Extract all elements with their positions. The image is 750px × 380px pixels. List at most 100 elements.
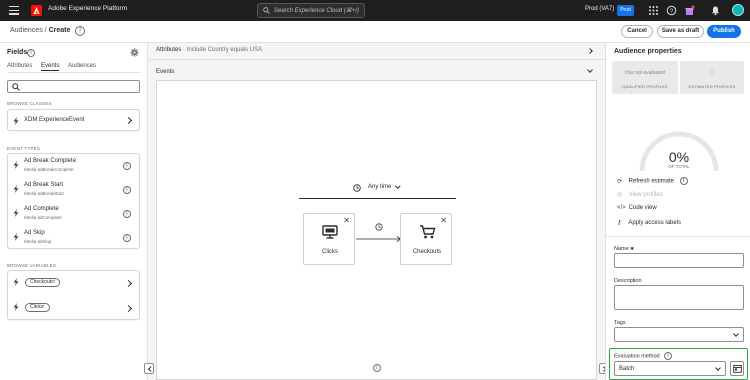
class-card-xdm-experienceevent[interactable]: XDM ExperienceEvent xyxy=(7,109,140,131)
chevron-down-icon xyxy=(395,183,401,189)
class-name: XDM ExperienceEvent xyxy=(24,117,85,123)
apply-access-labels-label: Apply access labels xyxy=(628,220,682,226)
event-info-icon[interactable]: i xyxy=(123,162,131,170)
chevron-right-icon[interactable] xyxy=(124,116,133,125)
calendar-icon xyxy=(733,365,742,373)
attributes-summary-bar[interactable]: Attributes · Include Country equals USA xyxy=(148,43,605,60)
event-item[interactable]: Ad Break Complete Media adBreakComplete … xyxy=(8,154,139,178)
code-view-action[interactable]: </> Code view xyxy=(617,205,657,211)
user-avatar[interactable] xyxy=(732,4,744,16)
schedule-button[interactable] xyxy=(730,361,744,376)
collapse-left-button[interactable] xyxy=(144,363,154,374)
apps-grid-icon[interactable] xyxy=(648,5,659,16)
settings-gear-icon[interactable] xyxy=(130,48,139,57)
save-as-draft-button[interactable]: Save as draft xyxy=(657,25,704,38)
page-header: Audiences / Create ? Cancel Save as draf… xyxy=(0,21,750,43)
chevron-down-icon xyxy=(715,365,721,371)
refresh-estimate-action[interactable]: ⟳ Refresh estimate i xyxy=(617,177,688,185)
divider xyxy=(606,236,750,237)
product-name[interactable]: Adobe Experience Platform xyxy=(48,5,127,12)
org-switcher[interactable]: Prod (VA7) xyxy=(585,6,614,12)
event-node-clicks[interactable]: Clicks ✕ xyxy=(303,213,355,265)
apply-access-labels-action[interactable]: ⚷ Apply access labels xyxy=(617,219,681,226)
evaluation-info-icon[interactable]: i xyxy=(664,352,673,360)
lightning-bolt-icon xyxy=(13,161,19,169)
event-id: Media adSkip xyxy=(24,239,52,244)
close-icon[interactable]: ✕ xyxy=(440,217,447,225)
event-id: Media adBreakStart xyxy=(24,191,64,196)
key-icon: ⚷ xyxy=(617,220,622,226)
variable-item[interactable]: Checkoutsᶠ xyxy=(8,271,139,295)
chevron-right-icon[interactable] xyxy=(124,279,133,288)
audience-properties-panel: Audience properties Has not evaluated QU… xyxy=(605,43,750,380)
view-profiles-action[interactable]: ◎ View profiles xyxy=(617,191,663,198)
adobe-logo-icon[interactable] xyxy=(31,5,42,16)
fields-info-icon[interactable]: i xyxy=(27,49,35,57)
description-textarea[interactable] xyxy=(614,285,744,310)
lightning-bolt-icon xyxy=(13,303,19,311)
fields-search-input[interactable] xyxy=(7,80,140,93)
event-item[interactable]: Ad Break Start Media adBreakStart i xyxy=(8,178,139,202)
view-profiles-label: View profiles xyxy=(628,192,663,198)
chevron-right-icon[interactable] xyxy=(124,304,133,313)
search-placeholder: Search Experience Cloud (⌘+/) xyxy=(274,8,359,14)
time-constraint-dropdown[interactable]: Any time xyxy=(353,183,407,195)
variable-pill: Checkoutsᶠ xyxy=(25,278,60,287)
canvas-info-icon[interactable]: i xyxy=(373,364,381,372)
name-input[interactable] xyxy=(614,253,744,268)
refresh-icon: ⟳ xyxy=(617,178,623,185)
refresh-info-icon[interactable]: i xyxy=(679,177,688,185)
event-info-icon[interactable]: i xyxy=(123,210,131,218)
chevron-right-icon[interactable] xyxy=(587,48,593,54)
tab-events[interactable]: Events xyxy=(41,63,60,71)
breadcrumb-audiences-link[interactable]: Audiences xyxy=(10,27,43,34)
evaluation-method-value: Batch xyxy=(619,366,635,372)
fields-panel: Fields i Attributes Events Audiences BRO… xyxy=(0,43,148,380)
event-name: Ad Break Complete xyxy=(24,158,77,164)
global-search-input[interactable]: Search Experience Cloud (⌘+/) xyxy=(257,3,365,18)
estimated-profiles-label: ESTIMATED PROFILES xyxy=(688,84,736,89)
event-node-checkouts[interactable]: Checkouts ✕ xyxy=(400,213,452,265)
page-help-icon[interactable]: ? xyxy=(75,26,85,36)
event-item[interactable]: Ad Complete Media adComplete i xyxy=(8,202,139,226)
node-label: Checkouts xyxy=(412,249,442,255)
close-icon[interactable]: ✕ xyxy=(343,217,350,225)
events-section-header[interactable]: Events xyxy=(148,66,605,80)
tags-dropdown-button[interactable] xyxy=(730,327,744,342)
event-item[interactable]: Ad Skip Media adSkip i xyxy=(8,226,139,250)
help-icon[interactable]: ? xyxy=(666,5,677,16)
sequence-bracket-line xyxy=(299,198,456,199)
tab-audiences[interactable]: Audiences xyxy=(68,63,96,69)
hamburger-menu-icon[interactable] xyxy=(9,6,19,15)
event-id: Media adBreakComplete xyxy=(24,167,74,172)
percentage-label: OF TOTAL xyxy=(668,164,690,169)
event-info-icon[interactable]: i xyxy=(123,234,131,242)
name-label: Name ✱ xyxy=(614,246,634,252)
qualified-profiles-label: QUALIFIED PROFILES xyxy=(622,84,668,89)
required-asterisk: ✱ xyxy=(630,246,634,251)
tags-combobox[interactable] xyxy=(614,327,731,342)
lightning-bolt-icon xyxy=(13,209,19,217)
monitor-icon xyxy=(322,225,338,239)
notifications-bell-icon[interactable] xyxy=(710,5,721,16)
breadcrumb-current: Create xyxy=(48,27,71,34)
top-navigation-bar: Adobe Experience Platform Search Experie… xyxy=(0,0,750,21)
description-label: Description xyxy=(614,278,642,284)
sandbox-badge[interactable]: Prod xyxy=(617,5,634,16)
whats-new-gift-icon[interactable] xyxy=(684,5,695,16)
variable-pill: Clicksᶠ xyxy=(25,303,50,312)
evaluation-method-label-text: Evaluation method xyxy=(614,353,660,360)
browse-classes-header: BROWSE CLASSES xyxy=(7,101,52,106)
event-info-icon[interactable]: i xyxy=(123,186,131,194)
cancel-button[interactable]: Cancel xyxy=(621,25,653,38)
variable-item[interactable]: Clicksᶠ xyxy=(8,296,139,320)
evaluation-method-select[interactable]: Batch xyxy=(614,361,726,376)
publish-button[interactable]: Publish xyxy=(707,25,741,38)
profile-percentage: 0% xyxy=(668,149,690,165)
events-label: Events xyxy=(156,69,175,75)
evaluation-method-label: Evaluation method i xyxy=(614,352,673,360)
chevron-down-icon[interactable] xyxy=(587,67,593,73)
clock-icon xyxy=(353,184,361,192)
attributes-summary-text: Include Country equals USA xyxy=(186,47,263,53)
tab-attributes[interactable]: Attributes xyxy=(7,63,32,69)
